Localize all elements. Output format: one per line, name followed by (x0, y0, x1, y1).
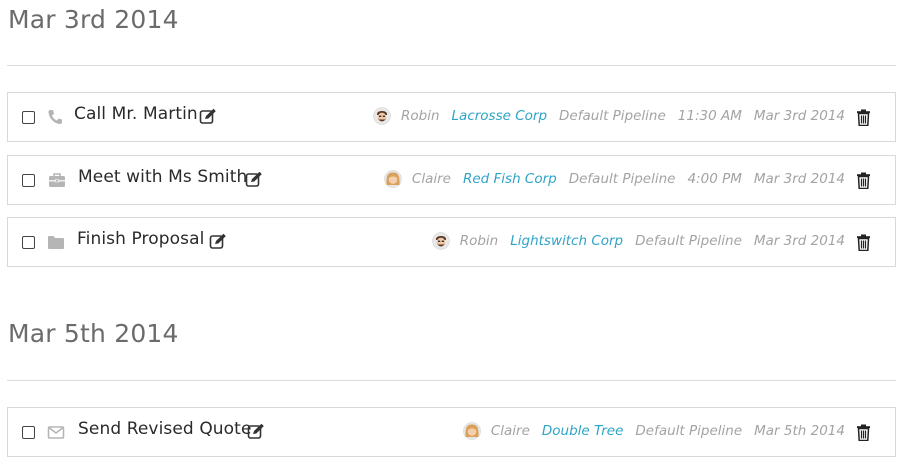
task-checkbox[interactable] (22, 236, 35, 249)
task-meta: Claire Double Tree Default Pipeline Mar … (463, 422, 845, 440)
claire-avatar (384, 170, 402, 188)
task-owner: Robin (401, 108, 440, 124)
robin-avatar (431, 232, 450, 250)
task-title[interactable]: Finish Proposal (77, 229, 204, 249)
pipeline-label: Default Pipeline (635, 423, 743, 439)
edit-icon[interactable] (209, 233, 227, 250)
task-row[interactable]: Meet with Ms Smith Claire Red Fish Corp … (7, 155, 896, 205)
task-checkbox[interactable] (22, 111, 35, 124)
company-link[interactable]: Red Fish Corp (463, 171, 557, 187)
trash-icon[interactable] (856, 172, 871, 189)
task-owner: Claire (490, 423, 530, 439)
task-time: 4:00 PM (687, 171, 742, 187)
trash-icon[interactable] (856, 109, 871, 126)
edit-icon[interactable] (199, 108, 217, 125)
task-checkbox[interactable] (22, 174, 35, 187)
briefcase-icon (49, 173, 65, 187)
claire-avatar (463, 422, 481, 440)
task-checkbox[interactable] (22, 426, 35, 439)
pipeline-label: Default Pipeline (635, 233, 742, 249)
envelope-icon (47, 426, 65, 439)
task-date: Mar 3rd 2014 (753, 233, 845, 249)
divider (7, 380, 896, 381)
pipeline-label: Default Pipeline (559, 108, 666, 124)
task-meta: Claire Red Fish Corp Default Pipeline 4:… (384, 170, 845, 188)
trash-icon[interactable] (856, 424, 871, 441)
task-time: 11:30 AM (677, 108, 742, 124)
task-title[interactable]: Meet with Ms Smith (78, 167, 247, 187)
folder-icon (48, 236, 64, 249)
edit-icon[interactable] (245, 171, 263, 188)
robin-avatar (373, 107, 391, 125)
task-row[interactable]: Send Revised Quote Claire Double Tree De… (7, 407, 896, 457)
task-row[interactable]: Call Mr. Martin Robin Lacrosse Corp Defa… (7, 92, 896, 142)
task-owner: Robin (459, 233, 499, 249)
date-group-heading: Mar 5th 2014 (8, 319, 179, 348)
company-link[interactable]: Lightswitch Corp (510, 233, 623, 249)
task-meta: Robin Lightswitch Corp Default Pipeline … (431, 232, 845, 250)
company-link[interactable]: Lacrosse Corp (452, 108, 548, 124)
task-owner: Claire (411, 171, 451, 187)
task-meta: Robin Lacrosse Corp Default Pipeline 11:… (373, 107, 845, 125)
company-link[interactable]: Double Tree (542, 423, 624, 439)
task-date: Mar 5th 2014 (754, 423, 845, 439)
divider (7, 65, 896, 66)
edit-icon[interactable] (247, 423, 265, 440)
phone-icon (48, 110, 62, 124)
task-date: Mar 3rd 2014 (753, 171, 845, 187)
task-date: Mar 3rd 2014 (753, 108, 845, 124)
task-title[interactable]: Send Revised Quote (78, 419, 252, 439)
date-group-heading: Mar 3rd 2014 (8, 5, 179, 34)
task-title[interactable]: Call Mr. Martin (74, 104, 198, 124)
task-row[interactable]: Finish Proposal Robin Lightswitch Corp D… (7, 217, 896, 267)
trash-icon[interactable] (856, 234, 871, 251)
pipeline-label: Default Pipeline (568, 171, 676, 187)
